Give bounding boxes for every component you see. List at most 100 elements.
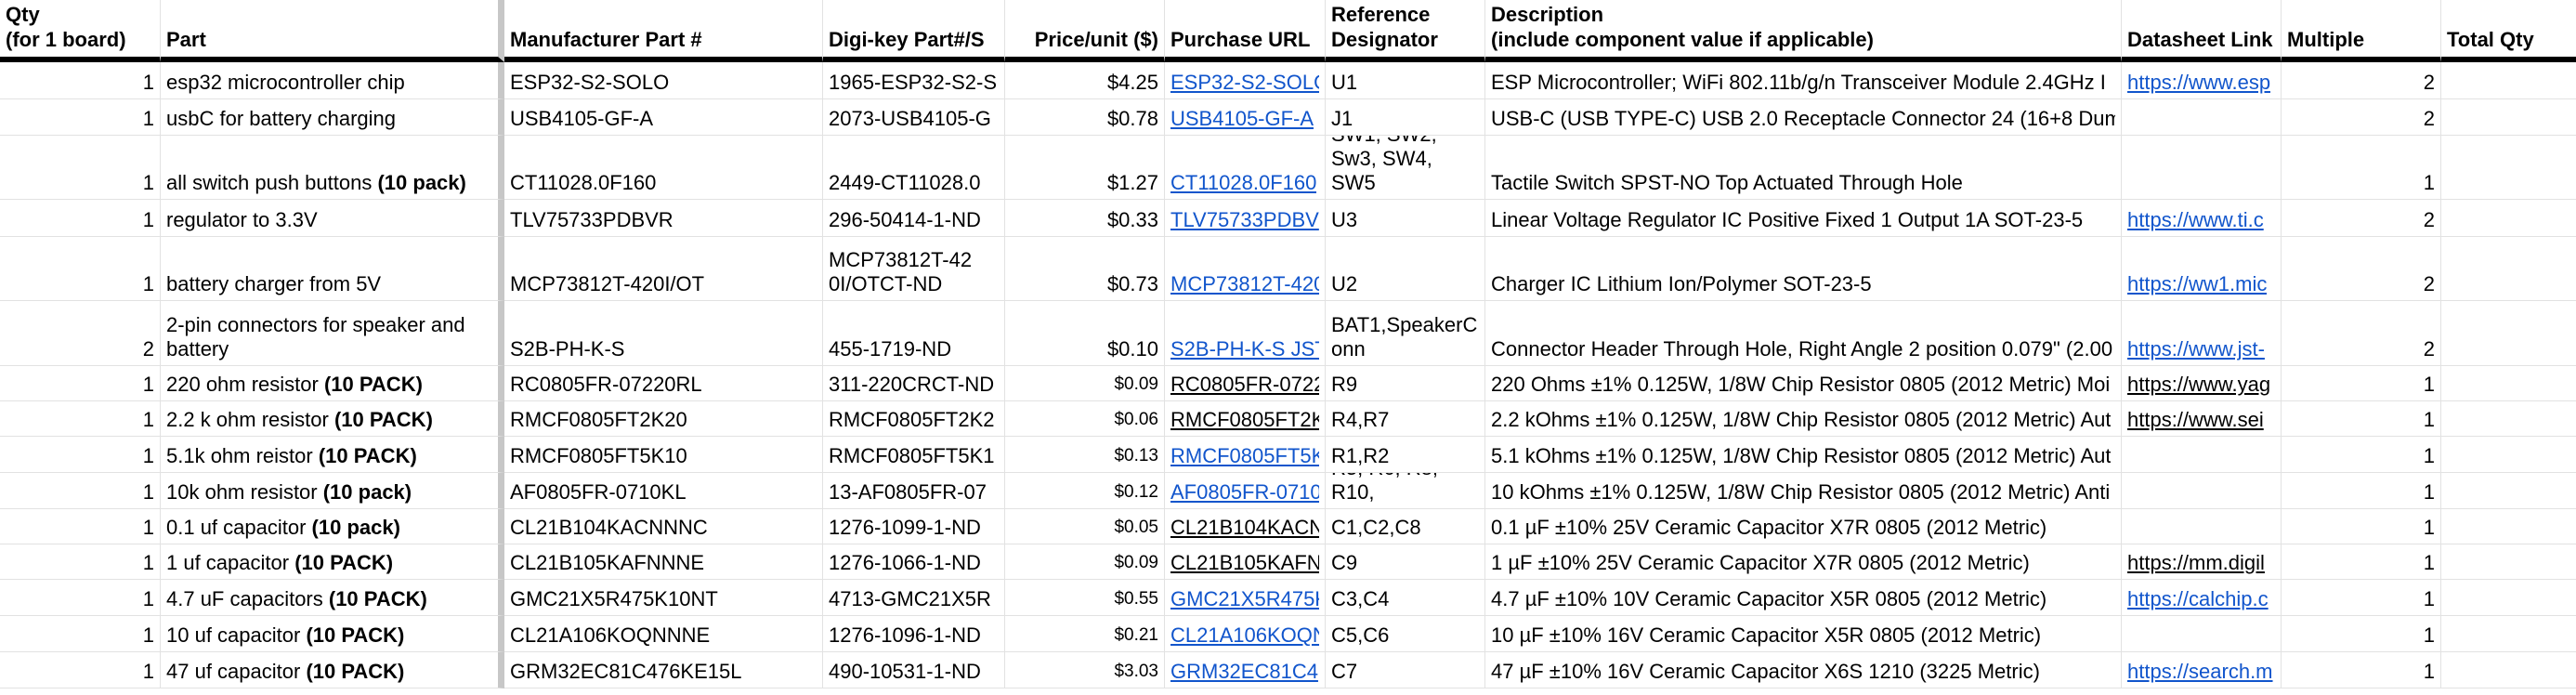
cell-digikey-part[interactable]: 1276-1066-1-ND [823, 544, 1005, 580]
cell-datasheet-link[interactable]: https://www.ti.c [2122, 200, 2282, 237]
cell-purchase-url[interactable]: GRM32EC81C4 [1165, 652, 1326, 688]
cell-qty[interactable]: 1 [0, 509, 161, 544]
cell-description[interactable]: 1 µF ±10% 25V Ceramic Capacitor X7R 0805… [1485, 544, 2122, 580]
cell-total-qty[interactable]: 1 [2441, 136, 2576, 200]
cell-total-qty[interactable]: 2 [2441, 99, 2576, 136]
cell-total-qty[interactable]: 1 [2441, 544, 2576, 580]
cell-price[interactable]: $0.13 [1005, 437, 1165, 473]
cell-manufacturer-part[interactable]: GMC21X5R475K10NT [504, 580, 823, 616]
cell-description[interactable]: 10 kOhms ±1% 0.125W, 1/8W Chip Resistor … [1485, 473, 2122, 509]
cell-manufacturer-part[interactable]: S2B-PH-K-S [504, 301, 823, 366]
cell-description[interactable]: 4.7 µF ±10% 10V Ceramic Capacitor X5R 08… [1485, 580, 2122, 616]
cell-part[interactable]: 10 uf capacitor (10 PACK) [161, 616, 504, 652]
cell-total-qty[interactable]: 1 [2441, 580, 2576, 616]
cell-multiple[interactable]: 2 [2282, 99, 2441, 136]
cell-datasheet-link[interactable]: https://calchip.c [2122, 580, 2282, 616]
cell-qty[interactable]: 1 [0, 473, 161, 509]
cell-qty[interactable]: 1 [0, 580, 161, 616]
cell-qty[interactable]: 1 [0, 437, 161, 473]
cell-reference-designator[interactable]: C7 [1326, 652, 1485, 688]
cell-reference-designator[interactable]: SW1, SW2, Sw3, SW4, SW5 [1326, 136, 1485, 200]
header-price[interactable]: Price/unit ($) [1005, 0, 1165, 62]
header-datasheet-link[interactable]: Datasheet Link [2122, 0, 2282, 62]
cell-qty[interactable]: 1 [0, 401, 161, 437]
cell-multiple[interactable]: 2 [2282, 200, 2441, 237]
cell-price[interactable]: $0.10 [1005, 301, 1165, 366]
header-multiple[interactable]: Multiple [2282, 0, 2441, 62]
cell-reference-designator[interactable]: C9 [1326, 544, 1485, 580]
cell-datasheet-link[interactable] [2122, 509, 2282, 544]
cell-total-qty[interactable]: 2 [2441, 62, 2576, 99]
header-qty[interactable]: Qty (for 1 board) [0, 0, 161, 62]
cell-price[interactable]: $0.05 [1005, 509, 1165, 544]
cell-description[interactable]: Tactile Switch SPST-NO Top Actuated Thro… [1485, 136, 2122, 200]
cell-price[interactable]: $1.27 [1005, 136, 1165, 200]
cell-description[interactable]: ESP Microcontroller; WiFi 802.11b/g/n Tr… [1485, 62, 2122, 99]
cell-part[interactable]: usbC for battery charging [161, 99, 504, 136]
cell-price[interactable]: $0.55 [1005, 580, 1165, 616]
cell-reference-designator[interactable]: C5,C6 [1326, 616, 1485, 652]
cell-price[interactable]: $0.21 [1005, 616, 1165, 652]
cell-part[interactable]: 1 uf capacitor (10 PACK) [161, 544, 504, 580]
cell-part[interactable]: 47 uf capacitor (10 PACK) [161, 652, 504, 688]
cell-datasheet-link[interactable]: https://www.sei [2122, 401, 2282, 437]
cell-part[interactable]: battery charger from 5V [161, 237, 504, 301]
cell-datasheet-link[interactable]: https://ww1.mic [2122, 237, 2282, 301]
cell-manufacturer-part[interactable]: TLV75733PDBVR [504, 200, 823, 237]
cell-description[interactable]: 5.1 kOhms ±1% 0.125W, 1/8W Chip Resistor… [1485, 437, 2122, 473]
cell-datasheet-link[interactable] [2122, 99, 2282, 136]
cell-manufacturer-part[interactable]: RMCF0805FT2K20 [504, 401, 823, 437]
cell-multiple[interactable]: 1 [2282, 616, 2441, 652]
cell-datasheet-link[interactable]: https://www.jst- [2122, 301, 2282, 366]
cell-manufacturer-part[interactable]: CL21B105KAFNNNE [504, 544, 823, 580]
cell-digikey-part[interactable]: 4713-GMC21X5R [823, 580, 1005, 616]
cell-datasheet-link[interactable] [2122, 473, 2282, 509]
cell-reference-designator[interactable]: U1 [1326, 62, 1485, 99]
cell-multiple[interactable]: 2 [2282, 237, 2441, 301]
cell-reference-designator[interactable]: R4,R7 [1326, 401, 1485, 437]
cell-datasheet-link[interactable] [2122, 437, 2282, 473]
header-reference-designator[interactable]: Reference Designator [1326, 0, 1485, 62]
cell-price[interactable]: $0.33 [1005, 200, 1165, 237]
cell-digikey-part[interactable]: 311-220CRCT-ND [823, 366, 1005, 401]
cell-total-qty[interactable]: 2 [2441, 237, 2576, 301]
cell-purchase-url[interactable]: CL21A106KOQN [1165, 616, 1326, 652]
cell-description[interactable]: 47 µF ±10% 16V Ceramic Capacitor X6S 121… [1485, 652, 2122, 688]
cell-part[interactable]: 5.1k ohm reistor (10 PACK) [161, 437, 504, 473]
cell-manufacturer-part[interactable]: USB4105-GF-A [504, 99, 823, 136]
cell-reference-designator[interactable]: C3,C4 [1326, 580, 1485, 616]
cell-total-qty[interactable]: 1 [2441, 401, 2576, 437]
cell-digikey-part[interactable]: RMCF0805FT2K2 [823, 401, 1005, 437]
cell-total-qty[interactable]: 1 [2441, 366, 2576, 401]
header-description[interactable]: Description (include component value if … [1485, 0, 2122, 62]
cell-qty[interactable]: 2 [0, 301, 161, 366]
cell-reference-designator[interactable]: R9 [1326, 366, 1485, 401]
cell-total-qty[interactable]: 2 [2441, 200, 2576, 237]
cell-purchase-url[interactable]: MCP73812T-420 [1165, 237, 1326, 301]
cell-part[interactable]: 2-pin connectors for speaker and battery [161, 301, 504, 366]
cell-reference-designator[interactable]: R1,R2 [1326, 437, 1485, 473]
cell-price[interactable]: $0.09 [1005, 366, 1165, 401]
cell-manufacturer-part[interactable]: AF0805FR-0710KL [504, 473, 823, 509]
cell-digikey-part[interactable]: 296-50414-1-ND [823, 200, 1005, 237]
cell-datasheet-link[interactable]: https://www.esp [2122, 62, 2282, 99]
cell-purchase-url[interactable]: RMCF0805FT2K [1165, 401, 1326, 437]
cell-reference-designator[interactable]: C1,C2,C8 [1326, 509, 1485, 544]
cell-multiple[interactable]: 2 [2282, 62, 2441, 99]
cell-description[interactable]: 220 Ohms ±1% 0.125W, 1/8W Chip Resistor … [1485, 366, 2122, 401]
cell-qty[interactable]: 1 [0, 366, 161, 401]
cell-multiple[interactable]: 1 [2282, 136, 2441, 200]
cell-description[interactable]: 10 µF ±10% 16V Ceramic Capacitor X5R 080… [1485, 616, 2122, 652]
cell-price[interactable]: $0.73 [1005, 237, 1165, 301]
cell-datasheet-link[interactable]: https://search.m [2122, 652, 2282, 688]
cell-purchase-url[interactable]: CT11028.0F160 [1165, 136, 1326, 200]
cell-reference-designator[interactable]: R5, R6, R8, R10, [1326, 473, 1485, 509]
cell-total-qty[interactable]: 1 [2441, 616, 2576, 652]
cell-multiple[interactable]: 1 [2282, 473, 2441, 509]
header-total-qty[interactable]: Total Qty [2441, 0, 2576, 62]
cell-multiple[interactable]: 1 [2282, 652, 2441, 688]
cell-purchase-url[interactable]: GMC21X5R475K [1165, 580, 1326, 616]
cell-manufacturer-part[interactable]: CT11028.0F160 [504, 136, 823, 200]
cell-digikey-part[interactable]: MCP73812T-42 0I/OTCT-ND [823, 237, 1005, 301]
cell-multiple[interactable]: 1 [2282, 437, 2441, 473]
